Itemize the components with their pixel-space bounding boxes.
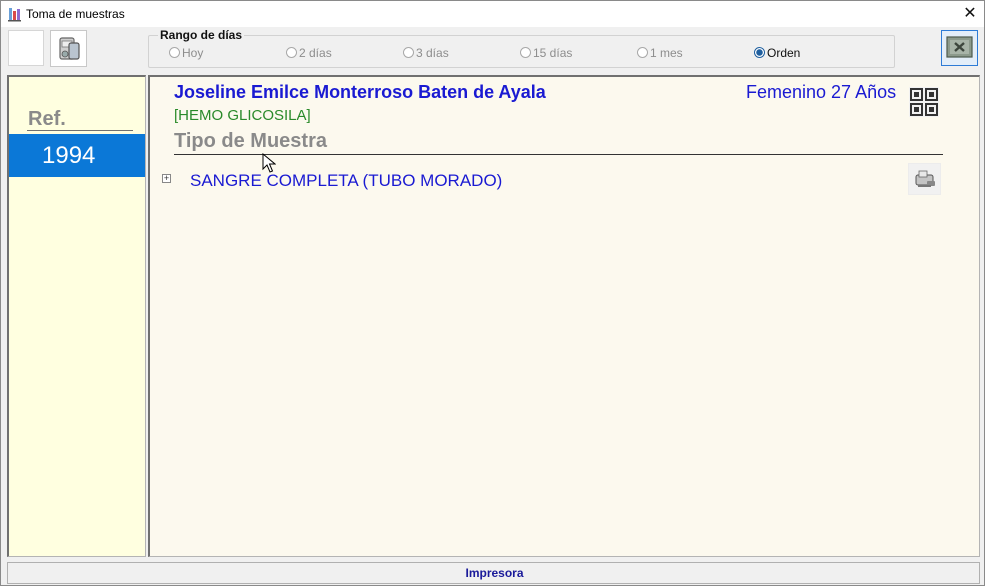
section-divider xyxy=(174,154,943,155)
radio-1-mes[interactable]: 1 mes xyxy=(637,46,683,60)
lab-flask-icon xyxy=(7,6,21,22)
ref-list-item[interactable]: 1994 xyxy=(9,134,145,177)
blank-toolbar-slot xyxy=(8,30,44,66)
title-bar: Toma de muestras ✕ xyxy=(1,1,984,27)
close-button[interactable]: ✕ xyxy=(956,1,984,27)
day-range-title: Rango de días xyxy=(158,28,244,42)
sample-printer-icon xyxy=(909,164,940,194)
radio-dot[interactable] xyxy=(403,47,414,58)
main-window: Toma de muestras ✕ Rango de días Hoy 2 d… xyxy=(0,0,985,586)
ref-divider xyxy=(27,130,133,131)
lab-equipment-icon xyxy=(51,31,86,66)
patient-name: Joseline Emilce Monterroso Baten de Ayal… xyxy=(174,82,546,103)
radio-dot[interactable] xyxy=(637,47,648,58)
expand-plus-icon[interactable]: + xyxy=(162,174,171,183)
radio-label: 2 días xyxy=(299,46,332,60)
sample-panel: Joseline Emilce Monterroso Baten de Ayal… xyxy=(148,75,980,557)
radio-orden[interactable]: Orden xyxy=(754,46,800,60)
radio-hoy[interactable]: Hoy xyxy=(169,46,203,60)
sample-type-title: Tipo de Muestra xyxy=(174,130,327,153)
exit-button[interactable] xyxy=(941,30,978,66)
mouse-cursor-icon xyxy=(262,153,276,173)
radio-label: 15 días xyxy=(533,46,572,60)
printer-status[interactable]: Impresora xyxy=(8,566,981,580)
qr-code-icon[interactable] xyxy=(908,85,940,119)
radio-label: Orden xyxy=(767,46,800,60)
window-title: Toma de muestras xyxy=(26,7,125,21)
radio-dot[interactable] xyxy=(169,47,180,58)
radio-label: 3 días xyxy=(416,46,449,60)
ref-header: Ref. xyxy=(28,108,66,131)
radio-label: Hoy xyxy=(182,46,203,60)
exit-icon xyxy=(942,31,977,65)
radio-15-dias[interactable]: 15 días xyxy=(520,46,572,60)
reference-sidebar: Ref. 1994 xyxy=(7,75,146,557)
radio-dot[interactable] xyxy=(520,47,531,58)
sample-type-item[interactable]: SANGRE COMPLETA (TUBO MORADO) xyxy=(190,171,502,191)
sample-print-button[interactable] xyxy=(908,163,941,195)
patient-info: Femenino 27 Años xyxy=(746,82,896,103)
radio-2-dias[interactable]: 2 días xyxy=(286,46,332,60)
lab-equipment-button[interactable] xyxy=(50,30,87,67)
exam-code: [HEMO GLICOSILA] xyxy=(174,107,311,124)
radio-3-dias[interactable]: 3 días xyxy=(403,46,449,60)
radio-dot-selected[interactable] xyxy=(754,47,765,58)
radio-label: 1 mes xyxy=(650,46,683,60)
status-bar: Impresora xyxy=(7,562,980,584)
radio-dot[interactable] xyxy=(286,47,297,58)
